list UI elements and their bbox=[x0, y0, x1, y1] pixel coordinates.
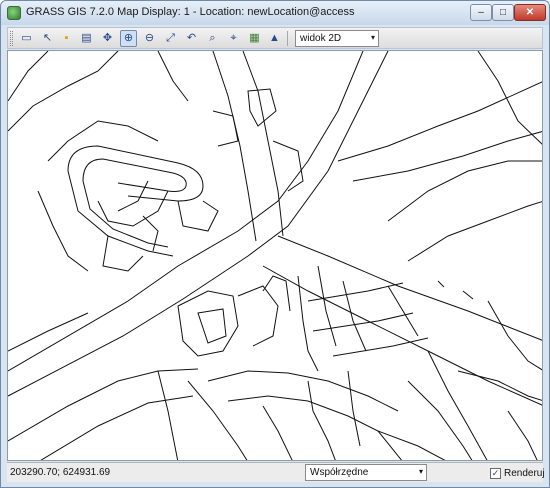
chevron-down-icon: ▾ bbox=[370, 33, 375, 42]
window-title: GRASS GIS 7.2.0 Map Display: 1 - Locatio… bbox=[26, 6, 355, 18]
map-display-window: GRASS GIS 7.2.0 Map Display: 1 - Locatio… bbox=[0, 0, 550, 488]
status-bar: 203290.70; 624931.69 Współrzędne ▾ ✓ Ren… bbox=[7, 462, 545, 482]
analyze-icon[interactable]: ⌖ bbox=[225, 30, 242, 47]
view-mode-value: widok 2D bbox=[300, 33, 342, 44]
statusbar-mode-select[interactable]: Współrzędne ▾ bbox=[305, 464, 427, 481]
display-map-icon[interactable]: ▭ bbox=[18, 30, 35, 47]
close-button[interactable]: ✕ bbox=[514, 4, 546, 21]
title-bar[interactable]: GRASS GIS 7.2.0 Map Display: 1 - Locatio… bbox=[1, 1, 549, 25]
maximize-button[interactable]: □ bbox=[492, 4, 514, 21]
pan-icon[interactable]: ✥ bbox=[99, 30, 116, 47]
minimize-button[interactable]: – bbox=[470, 4, 492, 21]
query-icon[interactable]: ▪ bbox=[58, 30, 75, 47]
overlay-icon[interactable]: ▦ bbox=[246, 30, 263, 47]
decoration-icon[interactable]: ▲ bbox=[266, 30, 283, 47]
render-label: Renderuj bbox=[504, 467, 545, 479]
zoom-extent-icon[interactable]: ⤢ bbox=[162, 30, 179, 47]
render-checkbox[interactable]: ✓ bbox=[490, 467, 501, 479]
statusbar-mode-value: Współrzędne bbox=[310, 467, 369, 478]
zoom-back-icon[interactable]: ↶ bbox=[183, 30, 200, 47]
vector-map bbox=[8, 51, 542, 460]
chevron-down-icon: ▾ bbox=[418, 467, 423, 476]
render-toggle[interactable]: ✓ Renderuj bbox=[490, 466, 545, 480]
zoom-out-icon[interactable]: ⊖ bbox=[141, 30, 158, 47]
toolbar-grip[interactable] bbox=[10, 31, 13, 46]
pointer-icon[interactable]: ↖ bbox=[39, 30, 56, 47]
zoom-in-icon[interactable]: ⊕ bbox=[120, 30, 137, 47]
toolbar-separator bbox=[287, 31, 288, 46]
map-canvas[interactable] bbox=[7, 50, 543, 461]
view-mode-select[interactable]: widok 2D ▾ bbox=[295, 30, 379, 47]
grass-app-icon bbox=[7, 6, 21, 20]
erase-icon[interactable]: ▤ bbox=[78, 30, 95, 47]
zoom-options-icon[interactable]: ⌕ bbox=[204, 30, 221, 47]
map-toolbar: ▭ ↖ ▪ ▤ ✥ ⊕ ⊖ ⤢ ↶ ⌕ ⌖ ▦ ▲ ▣ widok 2D ▾ bbox=[7, 27, 543, 49]
coordinates-readout: 203290.70; 624931.69 bbox=[10, 467, 111, 478]
